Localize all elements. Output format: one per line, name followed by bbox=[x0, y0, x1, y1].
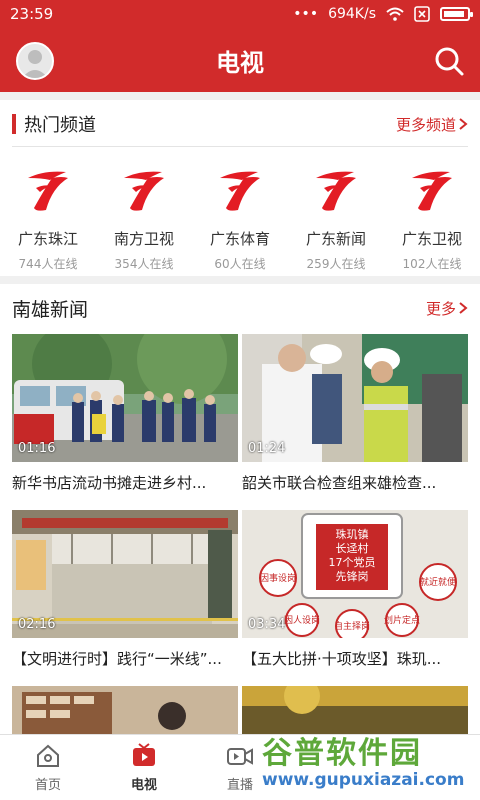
video-card[interactable]: 01:16 新华书店流动书摊走进乡村... bbox=[12, 334, 238, 493]
channel-item[interactable]: 南方卫视 354人在线 bbox=[96, 152, 192, 272]
tab-label: 首页 bbox=[34, 778, 61, 793]
guangdong-tv-logo-icon bbox=[316, 171, 356, 211]
search-icon[interactable] bbox=[432, 44, 466, 78]
site-watermark: 谷普软件园 www.gupuxiazai.com bbox=[262, 728, 476, 796]
sign-line-3: 17个党员 bbox=[329, 556, 376, 569]
video-duration: 01:24 bbox=[248, 441, 286, 456]
video-card[interactable]: 01:24 韶关市联合检查组来雄检查... bbox=[242, 334, 468, 493]
status-right: ••• 694K/s bbox=[293, 6, 473, 22]
separator bbox=[0, 276, 480, 284]
guangdong-tv-logo-icon bbox=[412, 171, 452, 211]
sign-line-2: 长迳村 bbox=[336, 541, 369, 555]
circle-label-3: 自主择岗 bbox=[334, 620, 370, 632]
video-thumbnail: 珠玑镇 长迳村 17个党员 先锋岗 因事设岗 因人设岗 自主择岗 划片定点 就近… bbox=[242, 510, 468, 638]
circle-label-1: 因事设岗 bbox=[260, 572, 296, 584]
live-camera-icon bbox=[227, 748, 253, 765]
circle-label-4: 划片定点 bbox=[384, 614, 420, 626]
video-thumbnail bbox=[12, 686, 238, 734]
video-thumbnail bbox=[242, 686, 468, 734]
tab-label: 直播 bbox=[226, 778, 253, 793]
more-channels-link[interactable]: 更多频道 bbox=[396, 114, 468, 135]
home-icon bbox=[37, 744, 59, 767]
tv-play-icon bbox=[133, 743, 155, 766]
tab-label: 电视 bbox=[130, 778, 157, 793]
sign-line-1: 珠玑镇 bbox=[336, 527, 369, 541]
user-avatar[interactable] bbox=[16, 42, 54, 80]
chevron-right-icon bbox=[459, 302, 468, 314]
channel-viewers: 102人在线 bbox=[402, 257, 462, 271]
wifi-icon bbox=[386, 7, 404, 21]
channel-name: 广东新闻 bbox=[305, 230, 366, 248]
more-news-label: 更多 bbox=[425, 299, 456, 318]
more-news-link[interactable]: 更多 bbox=[426, 298, 468, 319]
channel-item[interactable]: 广东体育 60人在线 bbox=[192, 152, 288, 272]
channel-list: 广东珠江 744人在线 南方卫视 354人在线 广东体育 60人在线 广东新闻 … bbox=[0, 152, 480, 272]
watermark-brand: 谷普软件园 bbox=[262, 736, 422, 771]
circle-label-5: 就近就便 bbox=[420, 576, 456, 588]
video-card[interactable] bbox=[242, 686, 468, 734]
video-thumbnail: 01:16 bbox=[12, 334, 238, 462]
channel-viewers: 60人在线 bbox=[214, 257, 266, 271]
guangdong-tv-logo-icon bbox=[124, 171, 164, 211]
network-speed: 694K/s bbox=[328, 6, 376, 22]
video-title: 【文明进行时】践行“一米线”... bbox=[12, 650, 222, 668]
channel-viewers: 744人在线 bbox=[18, 257, 78, 271]
battery-icon bbox=[440, 7, 473, 21]
status-bar: 23:59 ••• 694K/s bbox=[0, 0, 480, 28]
hot-channels-header: 热门频道 更多频道 bbox=[0, 102, 480, 146]
avatar-person-icon bbox=[22, 50, 48, 78]
video-title: 新华书店流动书摊走进乡村... bbox=[12, 474, 207, 492]
channel-item[interactable]: 广东新闻 259人在线 bbox=[288, 152, 384, 272]
guangdong-tv-logo-icon bbox=[220, 171, 260, 211]
sim-off-icon bbox=[414, 6, 430, 22]
video-title: 韶关市联合检查组来雄检查... bbox=[242, 474, 437, 492]
channel-name: 广东体育 bbox=[209, 230, 270, 248]
watermark-url: www.gupuxiazai.com bbox=[262, 770, 465, 790]
divider bbox=[12, 146, 468, 147]
video-card[interactable] bbox=[12, 686, 238, 734]
channel-name: 南方卫视 bbox=[113, 230, 174, 248]
video-duration: 03:34 bbox=[248, 617, 286, 632]
channel-name: 广东卫视 bbox=[401, 230, 462, 248]
section-marker bbox=[12, 114, 16, 134]
video-card[interactable]: 珠玑镇 长迳村 17个党员 先锋岗 因事设岗 因人设岗 自主择岗 划片定点 就近… bbox=[242, 510, 468, 669]
page-title: 电视 bbox=[216, 48, 264, 77]
video-thumbnail: 02:16 bbox=[12, 510, 238, 638]
video-duration: 02:16 bbox=[18, 617, 56, 632]
tab-tv[interactable]: 电视 bbox=[96, 735, 192, 800]
sign-line-4: 先锋岗 bbox=[336, 570, 369, 583]
channel-name: 广东珠江 bbox=[17, 230, 78, 248]
video-thumbnail: 01:24 bbox=[242, 334, 468, 462]
tab-home[interactable]: 首页 bbox=[0, 735, 96, 800]
more-channels-label: 更多频道 bbox=[395, 115, 456, 134]
news-header: 南雄新闻 更多 bbox=[0, 286, 480, 330]
separator bbox=[0, 92, 480, 100]
status-time: 23:59 bbox=[10, 5, 54, 23]
guangdong-tv-logo-icon bbox=[28, 171, 68, 211]
news-section-title: 南雄新闻 bbox=[12, 298, 89, 321]
app-header: 电视 bbox=[0, 28, 480, 92]
video-card[interactable]: 02:16 【文明进行时】践行“一米线”... bbox=[12, 510, 238, 669]
hot-channels-title: 热门频道 bbox=[24, 115, 96, 136]
circle-label-2: 因人设岗 bbox=[284, 615, 320, 626]
chevron-right-icon bbox=[459, 118, 468, 130]
channel-item[interactable]: 广东卫视 102人在线 bbox=[384, 152, 480, 272]
channel-item[interactable]: 广东珠江 744人在线 bbox=[0, 152, 96, 272]
video-duration: 01:16 bbox=[18, 441, 56, 456]
channel-viewers: 354人在线 bbox=[114, 257, 174, 271]
status-dots: ••• bbox=[293, 6, 319, 22]
video-title: 【五大比拼·十项攻坚】珠玑... bbox=[242, 650, 442, 668]
channel-viewers: 259人在线 bbox=[306, 257, 366, 271]
